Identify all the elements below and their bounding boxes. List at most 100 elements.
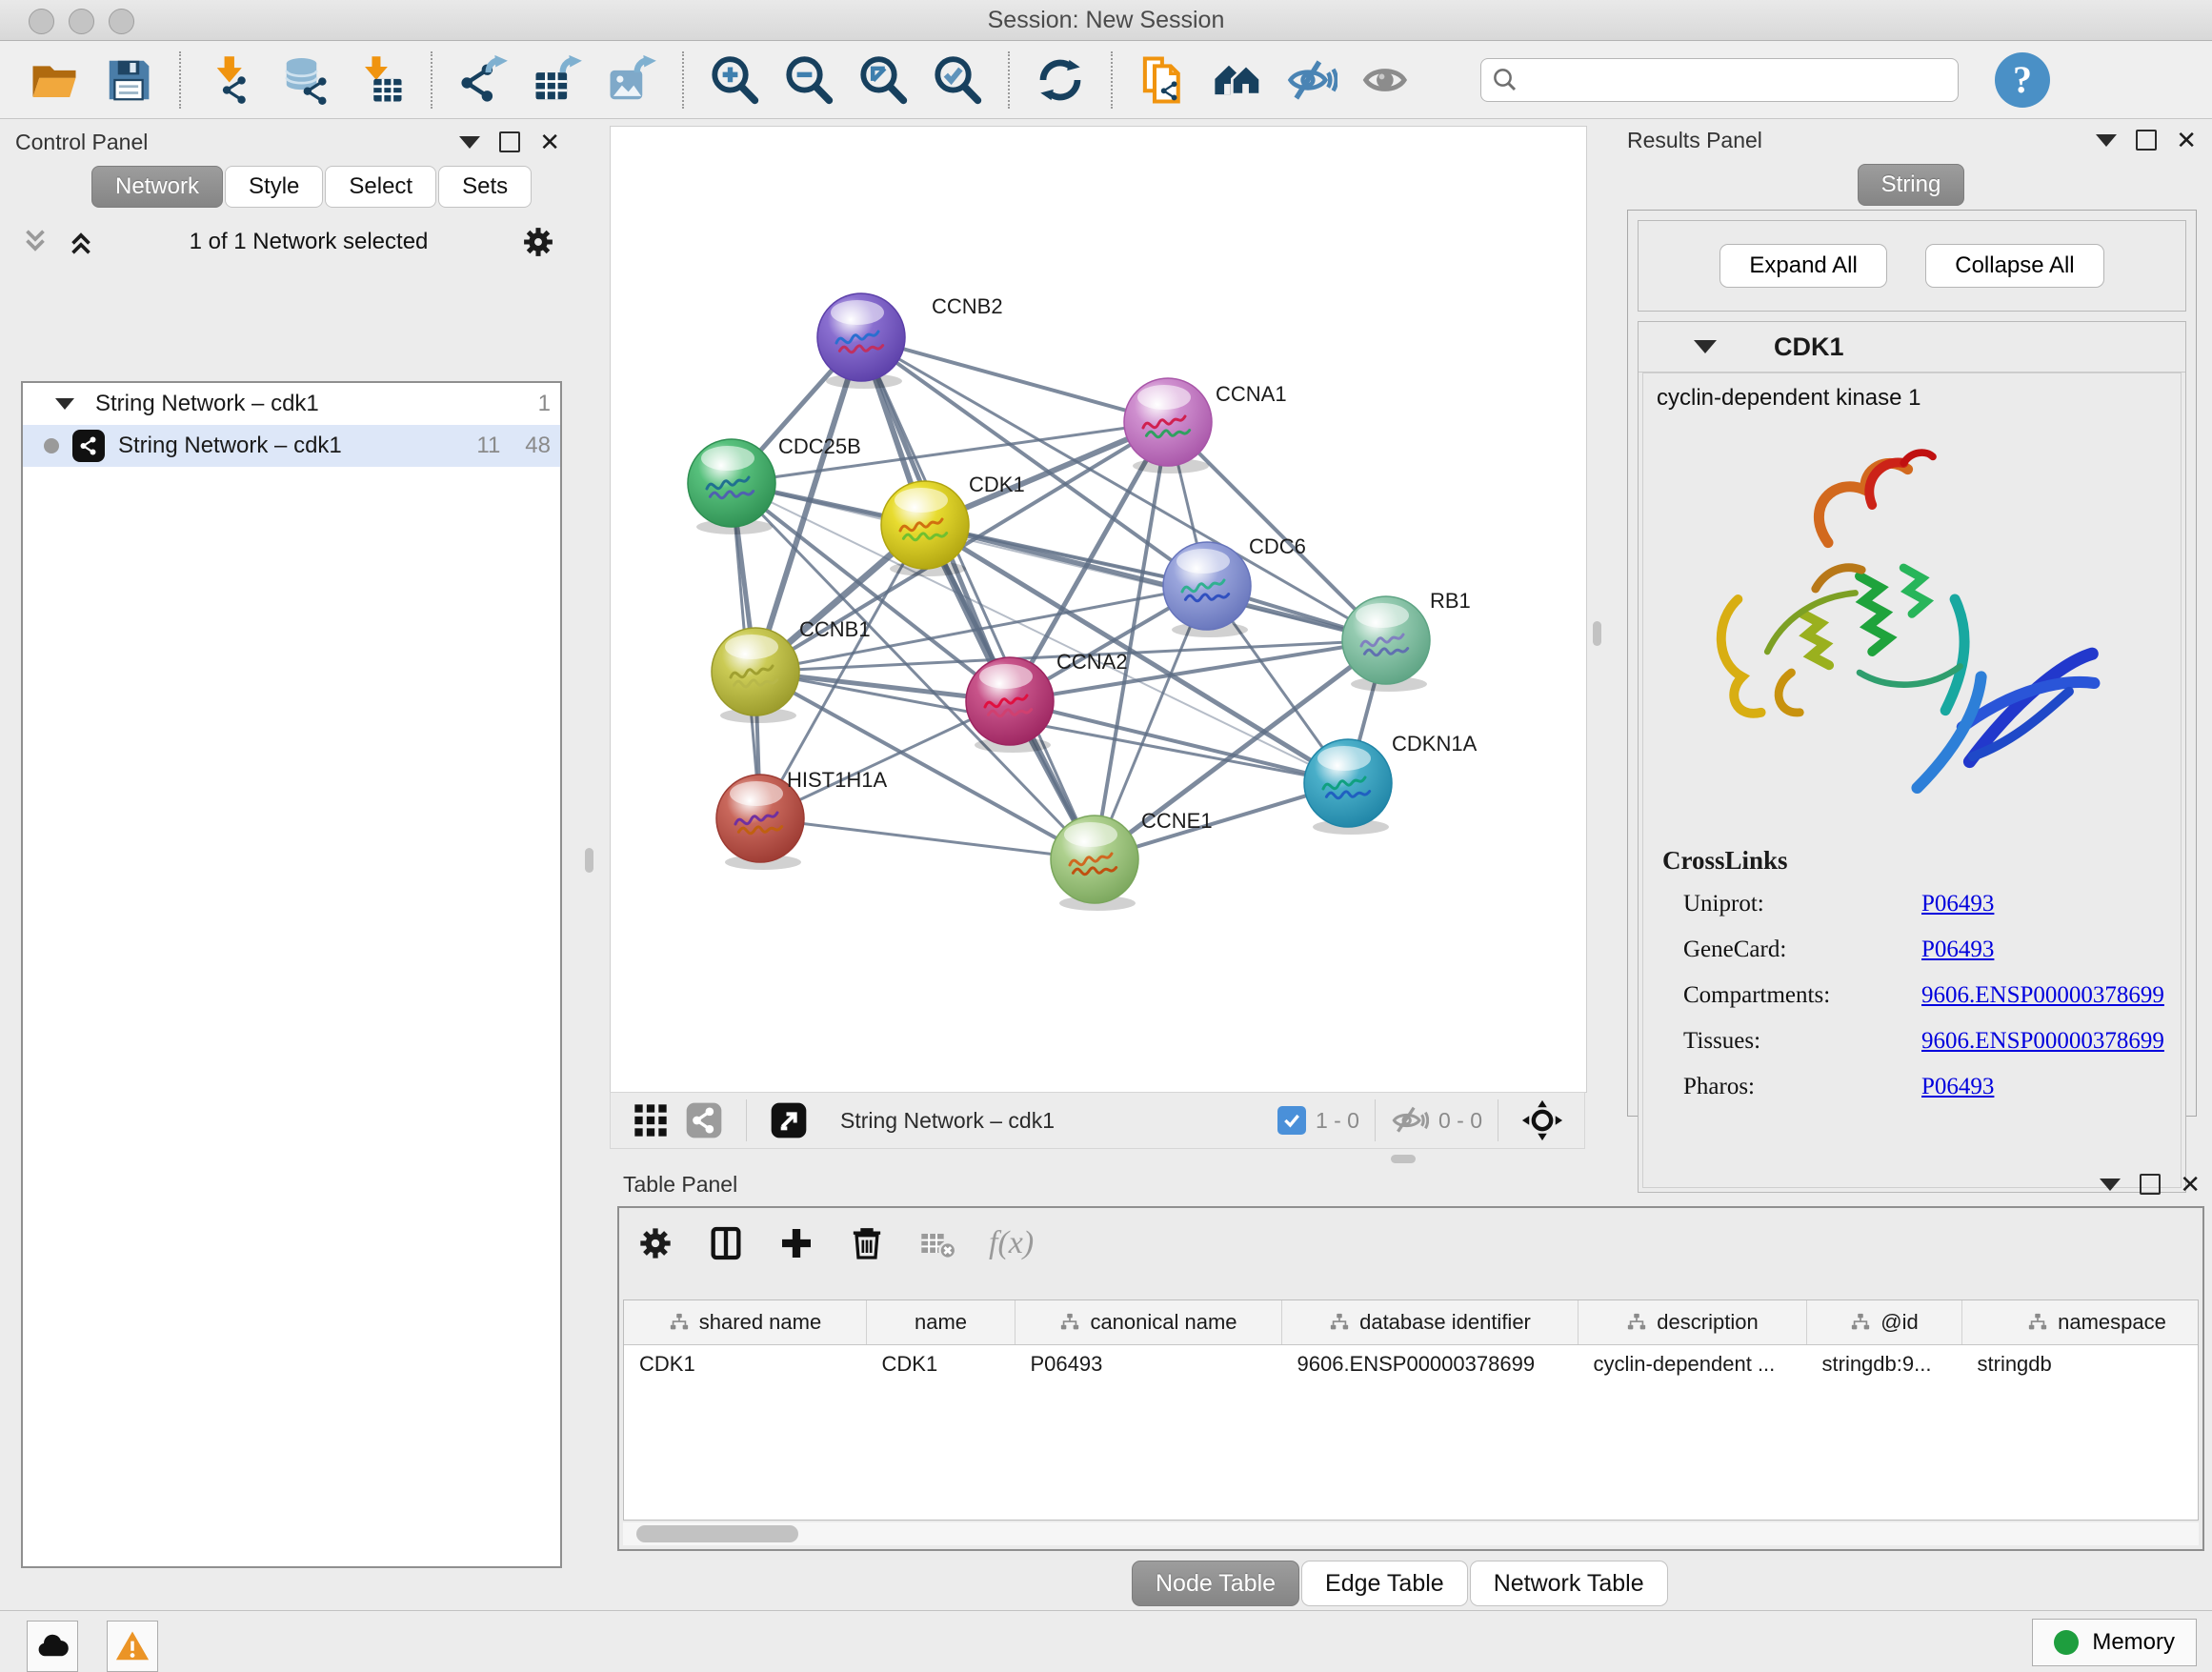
- zoom-out-icon[interactable]: [777, 49, 840, 111]
- column-header-name[interactable]: name: [867, 1300, 1016, 1345]
- save-session-icon[interactable]: [97, 49, 160, 111]
- function-builder-icon[interactable]: f(x): [989, 1225, 1034, 1261]
- delete-column-icon[interactable]: [848, 1224, 886, 1262]
- column-header-namespace[interactable]: namespace: [1962, 1300, 2200, 1345]
- node-CDKN1A[interactable]: [1304, 739, 1392, 835]
- network-row[interactable]: String Network – cdk1 11 48: [23, 425, 560, 467]
- node-CDC25B[interactable]: [688, 439, 775, 534]
- collapse-all-icon[interactable]: [19, 226, 51, 258]
- edge-CCNB2-CCNA1[interactable]: [861, 337, 1168, 422]
- zoom-in-icon[interactable]: [703, 49, 766, 111]
- first-neighbors-icon[interactable]: [1206, 49, 1269, 111]
- export-image-icon[interactable]: [600, 49, 663, 111]
- close-panel-icon[interactable]: ✕: [2176, 131, 2197, 149]
- export-network-icon[interactable]: [452, 49, 514, 111]
- add-column-icon[interactable]: [777, 1224, 815, 1262]
- scrollbar-thumb[interactable]: [636, 1525, 798, 1542]
- import-network-file-icon[interactable]: [200, 49, 263, 111]
- table-cell[interactable]: CDK1: [867, 1345, 1016, 1384]
- help-icon[interactable]: ?: [1995, 52, 2050, 108]
- float-panel-icon[interactable]: [2140, 1174, 2161, 1195]
- column-header-description[interactable]: description: [1579, 1300, 1807, 1345]
- table-cell[interactable]: stringdb: [1962, 1345, 2200, 1384]
- gear-icon[interactable]: [520, 224, 556, 260]
- zoom-selected-icon[interactable]: [926, 49, 989, 111]
- crosslink-link[interactable]: P06493: [1921, 1074, 1994, 1100]
- memory-button[interactable]: Memory: [2032, 1619, 2197, 1666]
- panel-menu-icon[interactable]: [459, 136, 480, 149]
- collapse-all-button[interactable]: Collapse All: [1925, 244, 2103, 288]
- crosslink-link[interactable]: 9606.ENSP00000378699: [1921, 1028, 2164, 1055]
- import-network-database-icon[interactable]: [274, 49, 337, 111]
- column-header-canonical-name[interactable]: canonical name: [1016, 1300, 1282, 1345]
- node-CDC6[interactable]: [1163, 542, 1251, 637]
- close-panel-icon[interactable]: ✕: [539, 133, 560, 151]
- delete-table-icon[interactable]: [918, 1224, 956, 1262]
- node-CCNB1[interactable]: [712, 628, 799, 723]
- network-canvas[interactable]: CCNB2 CCNA1 CDC25B CDK1: [610, 126, 1587, 1093]
- node-CCNA1[interactable]: [1124, 378, 1212, 473]
- column-header-shared-name[interactable]: shared name: [624, 1300, 867, 1345]
- search-input[interactable]: [1527, 67, 1948, 93]
- right-splitter-handle[interactable]: [1593, 621, 1601, 646]
- float-panel-icon[interactable]: [499, 131, 520, 152]
- table-cell[interactable]: P06493: [1016, 1345, 1282, 1384]
- network-collection-row[interactable]: String Network – cdk1 1: [23, 383, 560, 425]
- column-header-database-identifier[interactable]: database identifier: [1282, 1300, 1579, 1345]
- expand-all-button[interactable]: Expand All: [1719, 244, 1886, 288]
- zoom-fit-icon[interactable]: [852, 49, 915, 111]
- node-table[interactable]: shared namenamecanonical namedatabase id…: [623, 1299, 2199, 1521]
- edge-CDK1-RB1[interactable]: [925, 525, 1386, 640]
- collapse-collection-icon[interactable]: [55, 398, 74, 410]
- tab-string[interactable]: String: [1858, 164, 1965, 206]
- result-entry-header[interactable]: CDK1: [1639, 322, 2185, 373]
- table-row[interactable]: CDK1CDK1P064939606.ENSP00000378699cyclin…: [624, 1345, 2199, 1384]
- float-panel-icon[interactable]: [2136, 130, 2157, 151]
- crosslink-row: Pharos:P06493: [1683, 1074, 2167, 1100]
- edge-HIST1H1A-CCNE1[interactable]: [760, 818, 1095, 859]
- show-all-icon[interactable]: [1355, 49, 1418, 111]
- left-splitter-handle[interactable]: [585, 848, 593, 873]
- toolbar-search[interactable]: [1480, 58, 1959, 102]
- network-overview-icon[interactable]: [685, 1101, 723, 1139]
- open-in-window-icon[interactable]: [770, 1101, 808, 1139]
- table-cell[interactable]: 9606.ENSP00000378699: [1282, 1345, 1579, 1384]
- birds-eye-view-icon[interactable]: [632, 1101, 670, 1139]
- tab-network[interactable]: Network: [91, 166, 223, 208]
- tab-select[interactable]: Select: [325, 166, 436, 208]
- crosslink-link[interactable]: P06493: [1921, 891, 1994, 917]
- show-columns-icon[interactable]: [707, 1224, 745, 1262]
- table-cell[interactable]: CDK1: [624, 1345, 867, 1384]
- collapse-entry-icon[interactable]: [1694, 340, 1717, 353]
- tab-style[interactable]: Style: [225, 166, 323, 208]
- tab-sets[interactable]: Sets: [438, 166, 532, 208]
- selected-checkbox-icon[interactable]: [1277, 1106, 1306, 1135]
- cloud-icon[interactable]: [27, 1621, 78, 1672]
- warning-icon[interactable]: [107, 1621, 158, 1672]
- clone-network-icon[interactable]: [1132, 49, 1195, 111]
- tab-edge-table[interactable]: Edge Table: [1301, 1561, 1468, 1606]
- column-header-@id[interactable]: @id: [1807, 1300, 1962, 1345]
- table-horizontal-scrollbar[interactable]: [623, 1522, 2199, 1545]
- tab-node-table[interactable]: Node Table: [1132, 1561, 1299, 1606]
- export-table-icon[interactable]: [526, 49, 589, 111]
- hide-selected-icon[interactable]: [1280, 49, 1343, 111]
- tab-network-table[interactable]: Network Table: [1470, 1561, 1668, 1606]
- table-cell[interactable]: stringdb:9...: [1807, 1345, 1962, 1384]
- bottom-splitter-handle[interactable]: [1391, 1155, 1416, 1163]
- panel-menu-icon[interactable]: [2096, 134, 2117, 147]
- edge-CCNB2-CCNE1[interactable]: [861, 337, 1095, 859]
- node-RB1[interactable]: [1342, 596, 1430, 692]
- fit-content-icon[interactable]: [1521, 1099, 1563, 1141]
- crosslink-link[interactable]: 9606.ENSP00000378699: [1921, 982, 2164, 1009]
- refresh-icon[interactable]: [1029, 49, 1092, 111]
- panel-menu-icon[interactable]: [2100, 1178, 2121, 1191]
- close-panel-icon[interactable]: ✕: [2180, 1176, 2201, 1193]
- import-table-icon[interactable]: [349, 49, 412, 111]
- open-file-icon[interactable]: [23, 49, 86, 111]
- node-CCNE1[interactable]: [1051, 816, 1138, 911]
- expand-all-icon[interactable]: [65, 226, 97, 258]
- table-cell[interactable]: cyclin-dependent ...: [1579, 1345, 1807, 1384]
- crosslink-link[interactable]: P06493: [1921, 937, 1994, 963]
- table-gear-icon[interactable]: [636, 1224, 674, 1262]
